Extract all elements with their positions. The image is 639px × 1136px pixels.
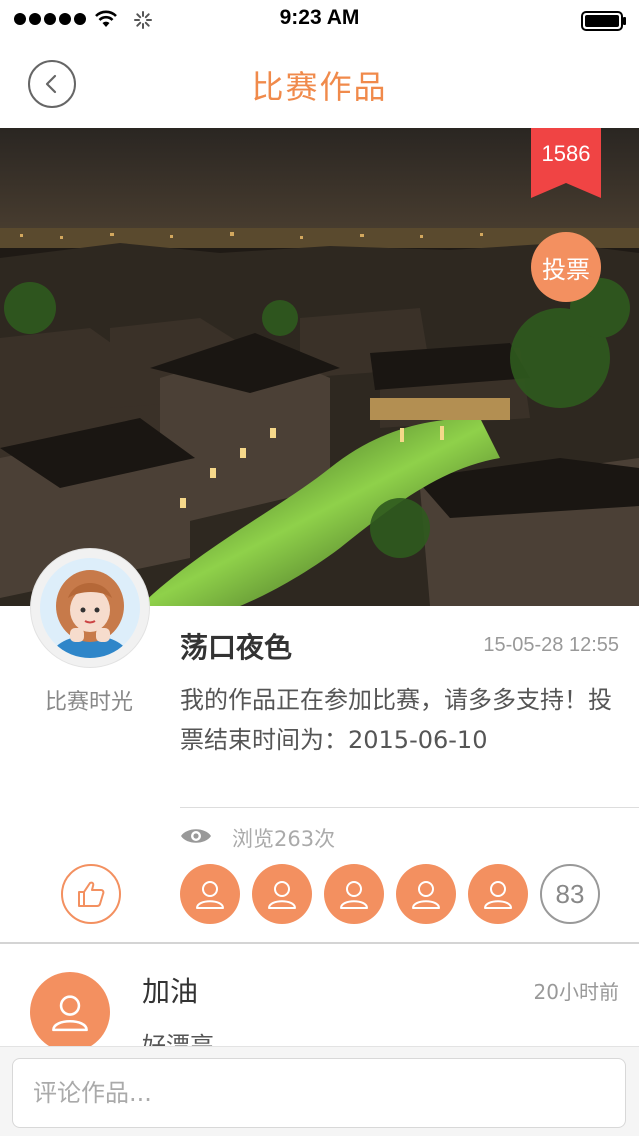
user-icon bbox=[484, 881, 512, 909]
page-title: 比赛作品 bbox=[251, 68, 388, 106]
more-likers-count[interactable]: 83 bbox=[540, 864, 600, 924]
liker-avatar[interactable] bbox=[396, 864, 456, 924]
battery-icon bbox=[581, 11, 626, 31]
likers-list: 83 bbox=[180, 864, 600, 924]
user-icon bbox=[340, 881, 368, 909]
eye-icon bbox=[181, 829, 211, 843]
user-icon bbox=[268, 881, 296, 909]
status-time: 9:23 AM bbox=[279, 6, 360, 29]
author-name[interactable]: 比赛时光 bbox=[14, 684, 164, 716]
post-description: 我的作品正在参加比赛，请多多支持！投票结束时间为：2015-06-10 bbox=[180, 686, 612, 754]
comment-time: 20小时前 bbox=[533, 980, 619, 1004]
author-avatar[interactable] bbox=[40, 558, 140, 658]
liker-avatar[interactable] bbox=[468, 864, 528, 924]
user-icon bbox=[52, 995, 88, 1032]
section-divider bbox=[0, 942, 639, 944]
vote-button[interactable]: 投票 bbox=[531, 232, 601, 302]
thumbs-up-icon bbox=[78, 881, 105, 907]
divider bbox=[180, 807, 639, 808]
post-title: 荡口夜色 bbox=[180, 631, 293, 664]
vote-count: 1586 bbox=[541, 141, 591, 166]
user-icon bbox=[412, 881, 440, 909]
user-icon bbox=[196, 881, 224, 909]
view-count: 浏览263次 bbox=[232, 827, 336, 851]
navigation-bar: 比赛作品 bbox=[0, 40, 639, 128]
comment-input[interactable] bbox=[12, 1058, 626, 1128]
like-button[interactable] bbox=[61, 864, 121, 924]
liker-avatar[interactable] bbox=[252, 864, 312, 924]
commenter-name[interactable]: 加油 bbox=[142, 970, 198, 1010]
liker-avatar[interactable] bbox=[324, 864, 384, 924]
commenter-avatar[interactable] bbox=[30, 972, 110, 1052]
contest-photo[interactable] bbox=[0, 128, 639, 606]
status-bar: 9:23 AM bbox=[0, 0, 639, 40]
liker-avatar[interactable] bbox=[180, 864, 240, 924]
post-timestamp: 15-05-28 12:55 bbox=[483, 634, 619, 656]
